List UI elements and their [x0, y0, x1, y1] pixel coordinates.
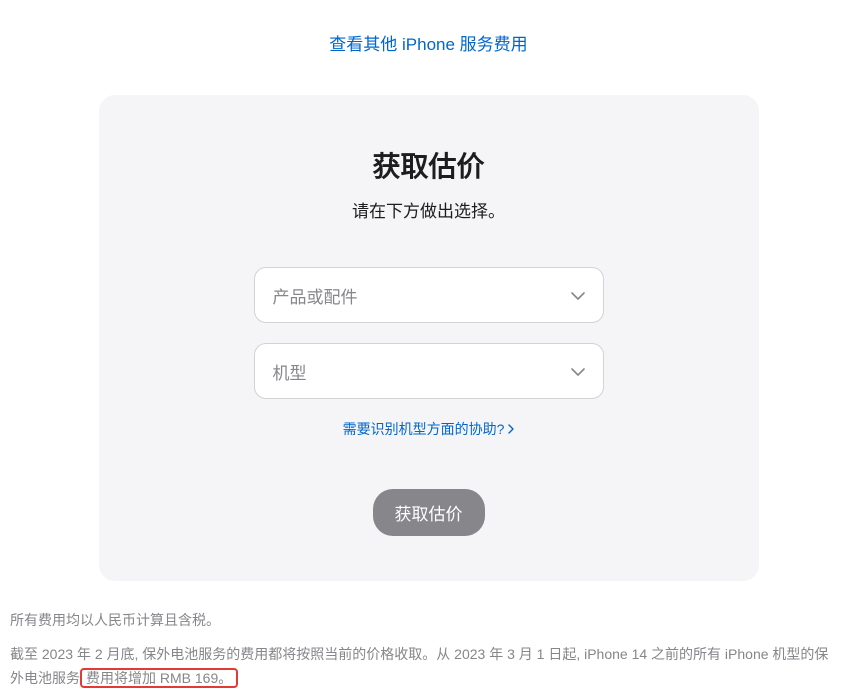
- price-increase-highlight: 费用将增加 RMB 169。: [80, 668, 238, 688]
- chevron-down-icon: [571, 285, 585, 305]
- help-link-label: 需要识别机型方面的协助?: [343, 419, 505, 439]
- help-identify-model: 需要识别机型方面的协助?: [159, 419, 699, 439]
- product-select-placeholder: 产品或配件: [273, 283, 358, 308]
- model-select[interactable]: 机型: [254, 343, 604, 399]
- footer-line-2: 截至 2023 年 2 月底, 保外电池服务的费用都将按照当前的价格收取。从 2…: [10, 643, 830, 691]
- product-select[interactable]: 产品或配件: [254, 267, 604, 323]
- card-subtitle: 请在下方做出选择。: [159, 197, 699, 222]
- help-identify-model-link[interactable]: 需要识别机型方面的协助?: [343, 419, 515, 439]
- estimate-card: 获取估价 请在下方做出选择。 产品或配件 机型 需要识别机型方面的协助? 获取估…: [99, 95, 759, 581]
- footer-line-1: 所有费用均以人民币计算且含税。: [10, 609, 830, 633]
- chevron-down-icon: [571, 361, 585, 381]
- top-service-link-container: 查看其他 iPhone 服务费用: [0, 0, 857, 95]
- model-select-placeholder: 机型: [273, 359, 307, 384]
- product-select-wrap: 产品或配件: [254, 267, 604, 323]
- chevron-right-icon: [508, 421, 514, 437]
- get-estimate-button[interactable]: 获取估价: [373, 489, 485, 536]
- footer-disclaimer: 所有费用均以人民币计算且含税。 截至 2023 年 2 月底, 保外电池服务的费…: [10, 609, 830, 690]
- model-select-wrap: 机型: [254, 343, 604, 399]
- other-service-fees-link[interactable]: 查看其他 iPhone 服务费用: [329, 35, 527, 54]
- card-title: 获取估价: [159, 145, 699, 185]
